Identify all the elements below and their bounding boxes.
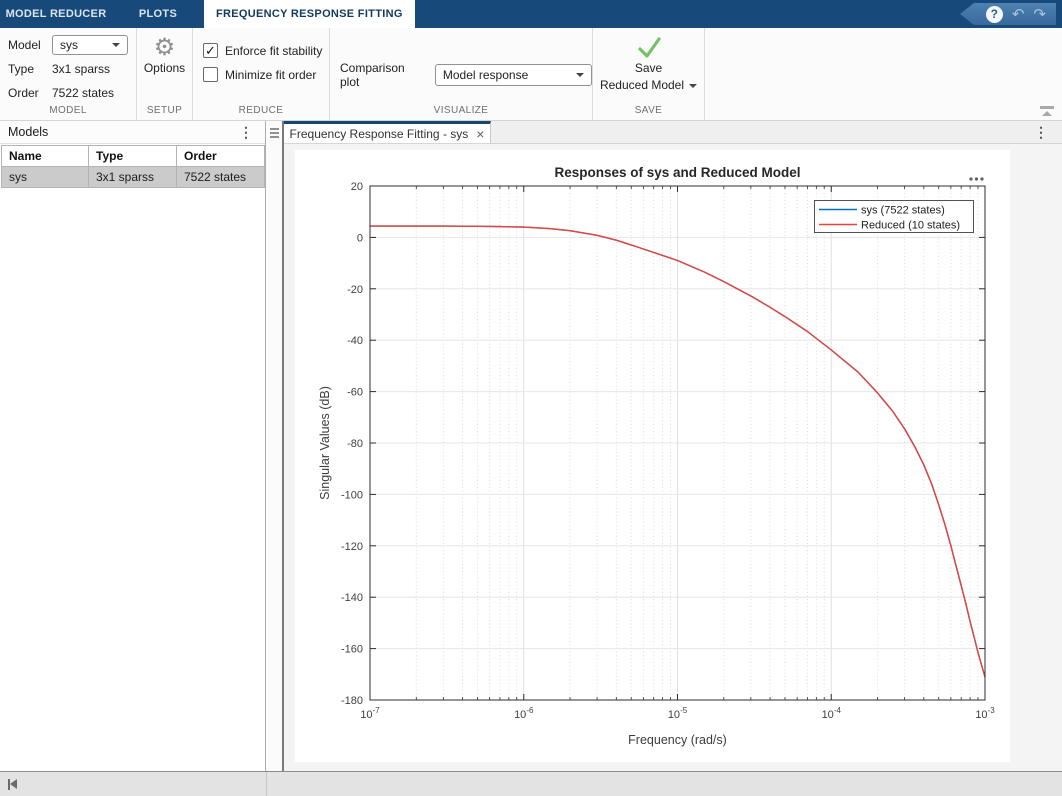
table-row-sys[interactable]: sys 3x1 sparss 7522 states (1, 166, 265, 188)
model-dropdown[interactable]: sys (52, 35, 128, 55)
models-panel-title: Models (8, 125, 49, 139)
models-table-header-row: Name Type Order (1, 145, 265, 167)
chevron-down-icon (689, 83, 698, 88)
main-area: Models ⋮ Name Type Order sys 3x1 sparss (0, 121, 1062, 771)
splitter-grip-icon (269, 128, 279, 138)
status-bar (0, 771, 1062, 796)
svg-text:10-7: 10-7 (360, 706, 380, 721)
frequency-response-chart: 10-7 10-6 10-5 10-4 10-3 20 0 -20 -40 -60 -80 -100 -… (318, 165, 995, 747)
panel-menu-icon[interactable]: ⋮ (239, 125, 253, 139)
svg-text:-80: -80 (347, 438, 363, 450)
svg-text:-100: -100 (341, 489, 363, 501)
toolstrip-tab-bar: MODEL REDUCER PLOTS FREQUENCY RESPONSE F… (0, 0, 1062, 28)
svg-text:20: 20 (351, 181, 363, 193)
cell-name: sys (1, 166, 89, 188)
enforce-fit-stability-checkbox[interactable]: ✓ Enforce fit stability (203, 43, 329, 58)
section-label-model: MODEL (49, 105, 87, 116)
svg-text:-180: -180 (341, 695, 363, 707)
model-reducer-app: MODEL REDUCER PLOTS FREQUENCY RESPONSE F… (0, 0, 1062, 796)
order-value: 7522 states (52, 86, 115, 100)
svg-text:-20: -20 (347, 284, 363, 296)
save-button-line1: Save (634, 61, 663, 75)
svg-text:10-6: 10-6 (514, 706, 534, 721)
svg-text:-120: -120 (341, 541, 363, 553)
svg-text:Frequency (rad/s): Frequency (rad/s) (628, 733, 727, 747)
type-value: 3x1 sparss (52, 62, 111, 76)
chevron-down-icon (576, 73, 584, 77)
document-tab-title: Frequency Response Fitting - sys (289, 126, 469, 141)
svg-text:-60: -60 (347, 387, 363, 399)
options-button[interactable]: ⚙ Options (137, 34, 192, 75)
quick-access-bar: ? ↶ ↷ (960, 3, 1056, 25)
minimize-fit-order-checkbox[interactable]: Minimize fit order (203, 67, 329, 82)
checkbox-icon (203, 67, 218, 82)
document-area: Frequency Response Fitting - sys × ⋮ 10-… (284, 121, 1062, 771)
save-reduced-model-button[interactable]: Save Reduced Model (593, 28, 704, 105)
status-bar-divider (266, 772, 267, 796)
cell-order: 7522 states (176, 166, 265, 188)
svg-text:Singular Values (dB): Singular Values (dB) (318, 386, 332, 500)
type-label: Type (8, 62, 35, 76)
green-check-icon (637, 37, 661, 58)
minimize-fit-order-label: Minimize fit order (225, 67, 317, 82)
svg-text:10-3: 10-3 (975, 706, 995, 721)
help-icon[interactable]: ? (985, 5, 1003, 23)
models-table: Name Type Order sys 3x1 sparss 7522 stat… (1, 145, 265, 188)
close-icon[interactable]: × (476, 127, 484, 141)
comparison-plot-label: Comparison plot (340, 61, 405, 89)
save-button-line2: Reduced Model (599, 78, 685, 92)
models-panel: Models ⋮ Name Type Order sys 3x1 sparss (0, 121, 266, 771)
section-setup: ⚙ Options SETUP (137, 28, 193, 120)
tab-plots[interactable]: PLOTS (112, 0, 204, 28)
tab-frequency-response-fitting[interactable]: FREQUENCY RESPONSE FITTING (204, 0, 415, 28)
figure-canvas: 10-7 10-6 10-5 10-4 10-3 20 0 -20 -40 -60 -80 -100 -… (295, 150, 1010, 762)
checkbox-icon: ✓ (203, 43, 218, 58)
svg-text:-40: -40 (347, 335, 363, 347)
document-content: 10-7 10-6 10-5 10-4 10-3 20 0 -20 -40 -60 -80 -100 -… (284, 144, 1062, 771)
svg-text:sys (7522 states): sys (7522 states) (861, 205, 945, 217)
model-label: Model (8, 38, 41, 52)
svg-text:0: 0 (357, 232, 363, 244)
collapse-panel-icon[interactable] (8, 778, 17, 790)
gear-icon: ⚙ (153, 33, 176, 61)
order-label: Order (8, 86, 39, 100)
tab-model-reducer[interactable]: MODEL REDUCER (0, 0, 112, 28)
svg-text:-160: -160 (341, 644, 363, 656)
models-panel-header: Models ⋮ (0, 121, 265, 144)
section-visualize: Comparison plot Model response VISUALIZE (330, 28, 593, 120)
column-header-name[interactable]: Name (1, 145, 89, 167)
section-label-reduce: REDUCE (238, 105, 284, 116)
section-label-save: SAVE (634, 105, 663, 116)
svg-text:10-5: 10-5 (668, 706, 688, 721)
section-reduce: ✓ Enforce fit stability Minimize fit ord… (193, 28, 330, 120)
section-model: Model sys Type 3x1 sparss Order 7522 sta… (0, 28, 137, 120)
section-label-visualize: VISUALIZE (433, 105, 489, 116)
undo-icon[interactable]: ↶ (1012, 7, 1025, 22)
enforce-fit-stability-label: Enforce fit stability (225, 43, 323, 58)
collapse-ribbon-icon[interactable] (1040, 106, 1054, 117)
model-dropdown-value: sys (60, 38, 78, 52)
section-label-setup: SETUP (146, 105, 183, 116)
redo-icon[interactable]: ↷ (1033, 7, 1046, 22)
tab-frequency-response-fitting-sys[interactable]: Frequency Response Fitting - sys × (284, 121, 491, 143)
svg-text:Reduced (10 states): Reduced (10 states) (861, 220, 960, 232)
options-button-label: Options (143, 61, 186, 75)
svg-text:-140: -140 (341, 592, 363, 604)
ribbon-toolbar: Model sys Type 3x1 sparss Order 7522 sta… (0, 28, 1062, 121)
document-menu-icon[interactable]: ⋮ (1034, 125, 1048, 139)
comparison-plot-dropdown[interactable]: Model response (434, 64, 592, 86)
document-tab-bar: Frequency Response Fitting - sys × ⋮ (284, 121, 1062, 144)
panel-splitter[interactable] (266, 121, 284, 771)
column-header-order[interactable]: Order (176, 145, 265, 167)
cell-type: 3x1 sparss (88, 166, 177, 188)
column-header-type[interactable]: Type (88, 145, 177, 167)
svg-text:Responses of sys and Reduced M: Responses of sys and Reduced Model (554, 165, 800, 180)
section-save: Save Reduced Model SAVE (593, 28, 705, 120)
svg-text:10-4: 10-4 (822, 706, 842, 721)
chevron-down-icon (112, 43, 120, 47)
comparison-plot-value: Model response (442, 68, 529, 82)
chart-legend: sys (7522 states) Reduced (10 states) (814, 200, 974, 233)
